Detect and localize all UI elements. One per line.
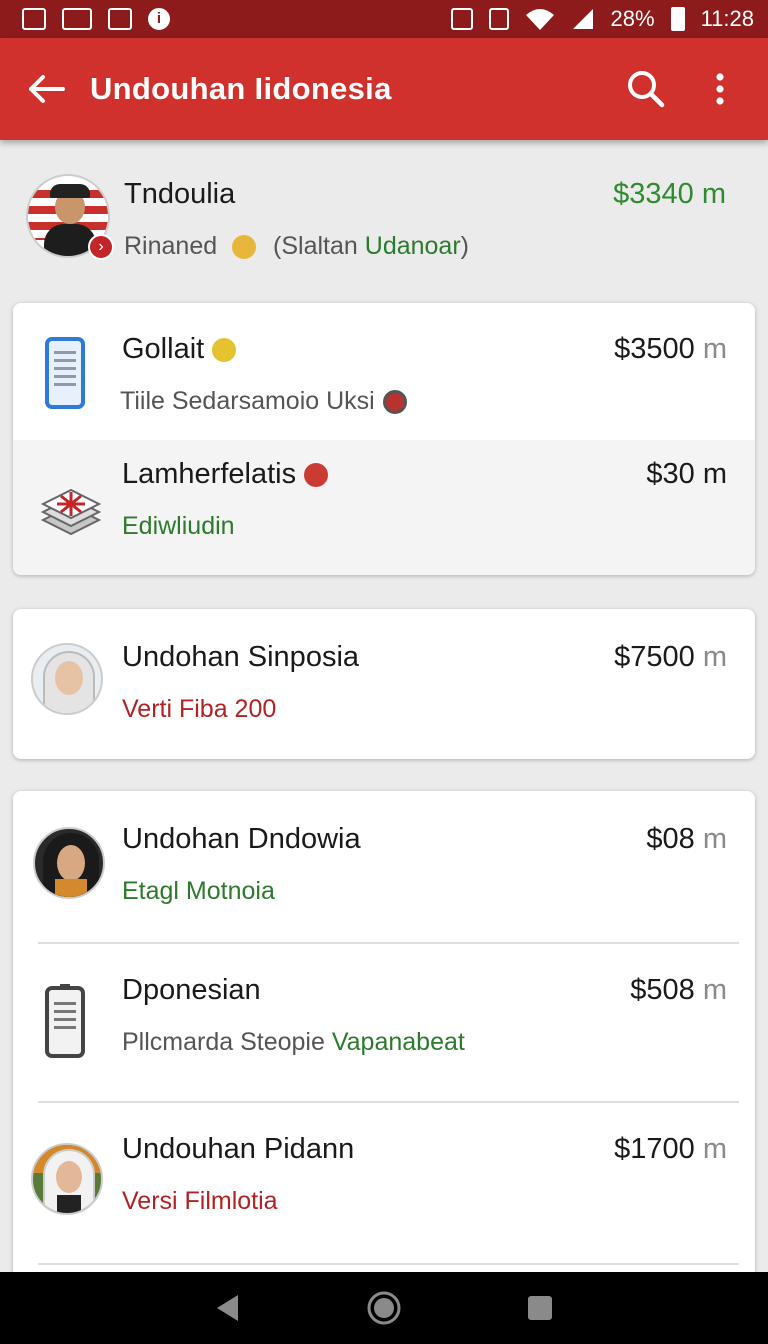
app-card: Undohan Dndowia $08 m Etagl Motnoia Dpon… xyxy=(13,791,755,1281)
item-price: $3500 m xyxy=(614,333,727,366)
emoji-icon xyxy=(232,235,257,260)
item-price: $3340 m xyxy=(613,178,726,210)
item-subtitle: Pllcmarda Steopie Vapanabeat xyxy=(122,1028,465,1057)
wifi-icon xyxy=(525,9,554,30)
nav-recents-button[interactable] xyxy=(518,1286,562,1330)
vibrate-icon xyxy=(488,8,509,30)
info-notification-icon: i xyxy=(148,8,170,30)
app-card: Undohan Sinposia $7500 m Verti Fiba 200 xyxy=(13,609,755,759)
status-bar: i 28% 11:28 xyxy=(0,0,768,38)
system-nav-bar xyxy=(0,1272,768,1344)
list-item[interactable]: Undohan Sinposia $7500 m Verti Fiba 200 xyxy=(13,609,755,759)
search-button[interactable] xyxy=(622,65,670,113)
subtitle-paren-close: ) xyxy=(460,232,469,260)
item-title: Undohan Sinposia xyxy=(122,641,360,673)
item-price: $508 m xyxy=(630,974,727,1007)
list-item[interactable]: Undohan Dndowia $08 m Etagl Motnoia xyxy=(13,791,755,943)
clock: 11:28 xyxy=(700,6,754,31)
phone-icon xyxy=(27,984,103,1060)
subtitle-highlight: Udanoar xyxy=(364,232,461,260)
app-card: Gollait $3500 m Tiile Sedarsamoio Uksi L… xyxy=(13,303,755,575)
price-unit: m xyxy=(702,458,727,490)
price-value: $508 xyxy=(630,974,695,1006)
avatar xyxy=(29,641,105,717)
gallery-notification-icon xyxy=(22,8,46,30)
item-price: $7500 m xyxy=(614,641,727,674)
status-dot-icon xyxy=(382,390,407,415)
nav-home-button[interactable] xyxy=(362,1286,406,1330)
price-value: $1700 xyxy=(614,1133,695,1165)
item-title: Lamherfelatis xyxy=(122,458,329,491)
signal-icon xyxy=(572,9,593,29)
badge-icon: › xyxy=(88,234,114,260)
triangle-back-icon xyxy=(217,1295,238,1321)
item-title: Undouhan Pidann xyxy=(122,1133,355,1165)
item-subtitle: Ediwliudin xyxy=(122,512,235,540)
list-item[interactable]: Undouhan Pidann $1700 m Versi Filmlotia xyxy=(13,1103,755,1263)
subtitle-highlight: Vapanabeat xyxy=(331,1028,465,1056)
price-unit: m xyxy=(702,974,727,1006)
nav-back-button[interactable] xyxy=(206,1286,250,1330)
status-dot-icon xyxy=(304,463,329,488)
overflow-menu-button[interactable] xyxy=(696,65,744,113)
price-unit: m xyxy=(702,333,727,365)
calendar-notification-icon xyxy=(108,8,132,30)
avatar: › xyxy=(26,174,114,260)
subtitle-text: Pllcmarda Steopie xyxy=(122,1028,332,1056)
arrow-left-icon xyxy=(29,75,65,103)
item-title: Tndoulia xyxy=(124,178,236,210)
featured-list-item[interactable]: › Tndoulia $3340 m Rinaned (Slaltan Udan… xyxy=(0,158,768,283)
battery-icon xyxy=(670,7,685,31)
list-item[interactable]: Lamherfelatis $30 m Ediwliudin xyxy=(13,440,755,575)
square-recents-icon xyxy=(528,1296,552,1320)
page-title: Undouhan Iidonesia xyxy=(90,71,392,106)
message-notification-icon xyxy=(62,8,92,30)
battery-percent: 28% xyxy=(610,6,655,31)
item-price: $1700 m xyxy=(614,1133,727,1166)
price-value: $30 xyxy=(646,458,695,490)
subtitle-paren: (Slaltan xyxy=(273,232,365,260)
item-subtitle: Rinaned (Slaltan Udanoar) xyxy=(124,232,469,261)
circle-home-icon xyxy=(367,1291,401,1325)
phone-icon xyxy=(27,335,103,411)
item-price: $08 m xyxy=(646,823,727,856)
item-title-text: Lamherfelatis xyxy=(122,458,297,490)
subtitle-text: Rinaned xyxy=(124,232,218,260)
price-unit: m xyxy=(702,641,727,673)
app-bar: Undouhan Iidonesia xyxy=(0,38,768,140)
price-unit: m xyxy=(702,823,727,855)
item-title: Gollait xyxy=(122,333,237,366)
list-item[interactable]: Dponesian $508 m Pllcmarda Steopie Vapan… xyxy=(13,944,755,1101)
divider xyxy=(38,1263,739,1265)
badge-icon xyxy=(212,338,237,363)
item-title: Dponesian xyxy=(122,974,261,1006)
item-subtitle: Verti Fiba 200 xyxy=(122,695,277,723)
back-button[interactable] xyxy=(24,67,68,111)
item-title-text: Gollait xyxy=(122,333,205,365)
item-subtitle: Tiile Sedarsamoio Uksi xyxy=(120,387,407,416)
search-icon xyxy=(628,71,665,108)
item-subtitle: Etagl Motnoia xyxy=(122,877,275,905)
price-unit: m xyxy=(702,1133,727,1165)
item-subtitle: Versi Filmlotia xyxy=(122,1187,278,1215)
price-value: $7500 xyxy=(614,641,695,673)
item-title: Undohan Dndowia xyxy=(122,823,361,855)
stack-icon xyxy=(33,470,109,546)
avatar xyxy=(29,1141,105,1217)
item-price: $30 m xyxy=(646,458,727,491)
avatar xyxy=(31,825,107,901)
subtitle-text: Tiile Sedarsamoio Uksi xyxy=(120,387,375,415)
nfc-icon xyxy=(450,8,473,30)
list-item[interactable]: Gollait $3500 m Tiile Sedarsamoio Uksi xyxy=(13,303,755,440)
more-vertical-icon xyxy=(716,73,724,105)
price-value: $08 xyxy=(646,823,695,855)
price-value: $3500 xyxy=(614,333,695,365)
